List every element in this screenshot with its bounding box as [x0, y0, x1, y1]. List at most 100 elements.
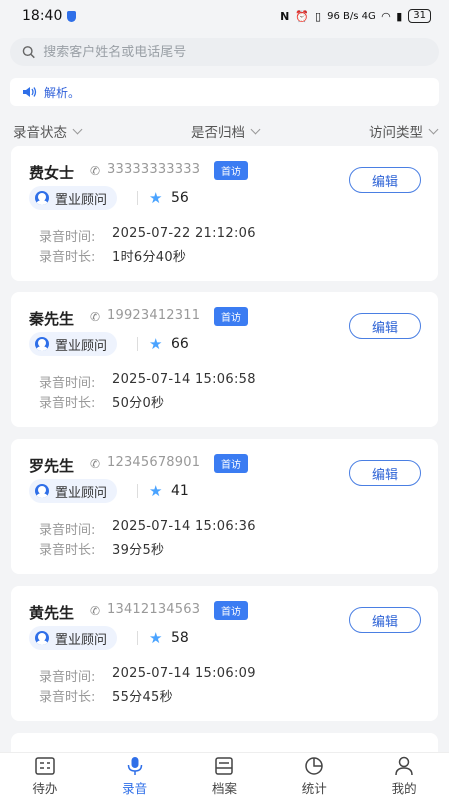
edit-button[interactable]: 编辑: [349, 607, 421, 633]
search-bar[interactable]: [10, 38, 439, 66]
status-time: 18:40: [22, 8, 63, 24]
filter-bar: 录音状态 是否归档 访问类型: [0, 120, 449, 142]
todo-icon: [35, 757, 55, 775]
signal-icon: ▮: [396, 9, 403, 23]
visit-badge: 首访: [214, 454, 248, 473]
role-tag: 置业顾问: [29, 186, 118, 210]
person-icon: [35, 484, 49, 498]
chevron-down-icon: [250, 124, 261, 134]
phone-icon: ✆: [90, 457, 101, 471]
phone-icon: ✆: [90, 310, 101, 324]
divider: [137, 191, 138, 205]
tab-label: 录音: [122, 781, 148, 796]
alarm-icon: ⏰: [295, 9, 310, 23]
battery-icon: 31: [408, 9, 431, 23]
phone-icon: ✆: [90, 164, 101, 178]
person-icon: [35, 337, 49, 351]
record-time-label: 录音时间:: [39, 230, 96, 245]
tab-archive[interactable]: 档案: [194, 756, 254, 797]
pie-chart-icon: [305, 757, 324, 775]
star-icon: ★: [149, 629, 163, 647]
role-label: 置业顾问: [55, 192, 108, 208]
tab-todo[interactable]: 待办: [15, 756, 75, 797]
divider: [137, 631, 138, 645]
vibrate-icon: ▯: [315, 9, 322, 23]
status-left: 18:40: [22, 8, 77, 24]
divider: [137, 484, 138, 498]
customer-name: 罗先生: [29, 457, 75, 475]
filter-visit-type[interactable]: 访问类型: [369, 121, 439, 141]
shield-icon: [67, 10, 77, 22]
customer-phone: 33333333333: [107, 162, 201, 177]
chevron-down-icon: [428, 124, 439, 134]
record-duration-value: 50分0秒: [112, 396, 165, 411]
wifi-icon: ◠: [381, 9, 391, 23]
record-time-value: 2025-07-22 21:12:06: [112, 226, 256, 241]
customer-name: 黄先生: [29, 604, 75, 622]
record-time-value: 2025-07-14 15:06:36: [112, 519, 256, 534]
chevron-down-icon: [72, 124, 83, 134]
status-bar: 18:40 N ⏰ ▯ 96 B/s 4G ◠ ▮ 31: [0, 0, 449, 32]
customer-phone: 12345678901: [107, 455, 201, 470]
role-label: 置业顾问: [55, 632, 108, 648]
search-icon: [22, 46, 35, 59]
tab-label: 统计: [301, 781, 327, 796]
record-card[interactable]: 罗先生 ✆ 12345678901 首访 置业顾问 ★ 41 编辑 录音时间: …: [11, 439, 438, 574]
speaker-icon: [23, 87, 37, 97]
person-icon: [35, 631, 49, 645]
search-input[interactable]: [43, 44, 427, 60]
record-duration-label: 录音时长:: [39, 250, 96, 265]
tab-label: 档案: [211, 781, 237, 796]
record-duration-value: 39分5秒: [112, 543, 165, 558]
filter-label: 录音状态: [13, 125, 67, 141]
visit-badge: 首访: [214, 307, 248, 326]
record-time-value: 2025-07-14 15:06:09: [112, 666, 256, 681]
tab-statistics[interactable]: 统计: [284, 756, 344, 797]
record-card[interactable]: 秦先生 ✆ 19923412311 首访 置业顾问 ★ 66 编辑 录音时间: …: [11, 292, 438, 427]
user-icon: [395, 756, 413, 776]
record-duration-label: 录音时长:: [39, 543, 96, 558]
visit-badge: 首访: [214, 601, 248, 620]
record-duration-value: 1时6分40秒: [112, 250, 187, 265]
network-speed: 96 B/s 4G: [327, 10, 376, 22]
star-icon: ★: [149, 189, 163, 207]
score-value: 58: [171, 630, 189, 646]
customer-name: 费女士: [29, 164, 75, 182]
filter-record-status[interactable]: 录音状态: [13, 121, 83, 141]
record-card[interactable]: 黄先生 ✆ 13412134563 首访 置业顾问 ★ 58 编辑 录音时间: …: [11, 586, 438, 721]
score-value: 41: [171, 483, 189, 499]
tab-recording[interactable]: 录音: [105, 756, 165, 797]
record-duration-value: 55分45秒: [112, 690, 173, 705]
edit-button[interactable]: 编辑: [349, 167, 421, 193]
tab-label: 我的: [391, 781, 417, 796]
record-time-label: 录音时间:: [39, 376, 96, 391]
star-icon: ★: [149, 335, 163, 353]
nfc-icon: N: [280, 9, 290, 23]
phone-icon: ✆: [90, 604, 101, 618]
customer-phone: 13412134563: [107, 602, 201, 617]
customer-name: 秦先生: [29, 310, 75, 328]
notice-text: 解析。: [44, 85, 81, 100]
person-icon: [35, 191, 49, 205]
edit-button[interactable]: 编辑: [349, 313, 421, 339]
record-time-label: 录音时间:: [39, 523, 96, 538]
bottom-tab-bar: 待办 录音 档案 统计 我的: [0, 752, 449, 800]
score-value: 56: [171, 190, 189, 206]
filter-archived[interactable]: 是否归档: [191, 121, 261, 141]
role-tag: 置业顾问: [29, 332, 118, 356]
divider: [137, 337, 138, 351]
filter-label: 是否归档: [191, 125, 245, 141]
status-right: N ⏰ ▯ 96 B/s 4G ◠ ▮ 31: [280, 9, 431, 23]
archive-icon: [215, 757, 234, 775]
tab-profile[interactable]: 我的: [374, 756, 434, 797]
record-duration-label: 录音时长:: [39, 690, 96, 705]
record-duration-label: 录音时长:: [39, 396, 96, 411]
role-label: 置业顾问: [55, 338, 108, 354]
filter-label: 访问类型: [369, 125, 423, 141]
record-card[interactable]: 费女士 ✆ 33333333333 首访 置业顾问 ★ 56 编辑 录音时间: …: [11, 146, 438, 281]
role-label: 置业顾问: [55, 485, 108, 501]
edit-button[interactable]: 编辑: [349, 460, 421, 486]
tab-label: 待办: [32, 781, 58, 796]
notice-banner[interactable]: 解析。: [10, 78, 439, 106]
role-tag: 置业顾问: [29, 626, 118, 650]
